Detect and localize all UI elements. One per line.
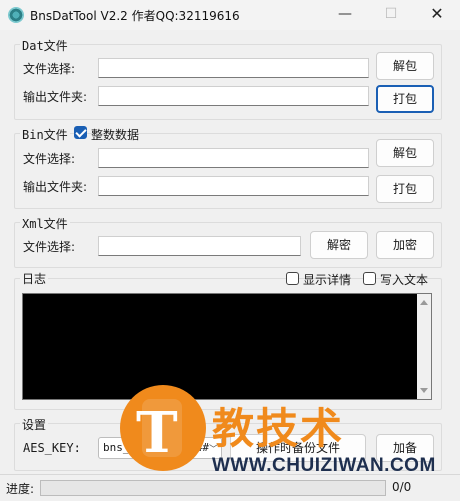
scroll-up-arrow-icon[interactable] (420, 300, 428, 305)
write-text-checkbox[interactable] (363, 272, 376, 285)
aes-key-label: AES_KEY: (23, 441, 81, 455)
log-group-title: 日志 (20, 270, 49, 287)
watermark-logo-letter: T (136, 400, 178, 466)
integer-data-checkbox[interactable] (74, 126, 87, 139)
app-icon (8, 7, 24, 23)
write-text-label: 写入文本 (380, 273, 429, 287)
watermark-text: 教技术 (212, 404, 345, 453)
xml-encrypt-button[interactable]: 加密 (376, 231, 434, 259)
minimize-button[interactable]: — (322, 0, 368, 30)
integer-data-label: 整数数据 (91, 128, 140, 142)
progress-count: 0/0 (392, 480, 412, 494)
bin-group-title: Bin文件 (20, 126, 70, 143)
progress-label: 进度: (6, 482, 35, 496)
status-bar: 进度: 0/0 (0, 474, 460, 501)
xml-group-title: Xml文件 (20, 215, 70, 232)
dat-out-label: 输出文件夹: (23, 90, 88, 104)
window-title: BnsDatTool V2.2 作者QQ:32119616 (30, 9, 240, 23)
xml-file-input[interactable] (98, 236, 301, 256)
bin-out-label: 输出文件夹: (23, 180, 88, 194)
bin-pack-button[interactable]: 打包 (376, 175, 434, 203)
log-output[interactable] (22, 293, 432, 400)
dat-file-input[interactable] (98, 58, 369, 78)
progress-bar (40, 480, 386, 496)
bin-unpack-button[interactable]: 解包 (376, 139, 434, 167)
show-details-label: 显示详情 (303, 273, 352, 287)
dat-file-label: 文件选择: (23, 62, 76, 76)
bin-out-input[interactable] (98, 176, 369, 196)
dat-unpack-button[interactable]: 解包 (376, 52, 434, 80)
xml-decrypt-button[interactable]: 解密 (310, 231, 368, 259)
settings-group-title: 设置 (20, 416, 49, 433)
show-details-checkbox[interactable] (286, 272, 299, 285)
xml-file-label: 文件选择: (23, 240, 76, 254)
bin-file-label: 文件选择: (23, 152, 76, 166)
dat-out-input[interactable] (98, 86, 369, 106)
log-scrollbar[interactable] (417, 294, 431, 399)
dat-group-title: Dat文件 (20, 37, 70, 54)
scroll-down-arrow-icon[interactable] (420, 388, 428, 393)
title-bar: BnsDatTool V2.2 作者QQ:32119616 — ☐ ✕ (0, 0, 460, 30)
dat-pack-button[interactable]: 打包 (376, 85, 434, 113)
maximize-button[interactable]: ☐ (368, 0, 414, 30)
bin-file-input[interactable] (98, 148, 369, 168)
close-button[interactable]: ✕ (414, 0, 460, 30)
